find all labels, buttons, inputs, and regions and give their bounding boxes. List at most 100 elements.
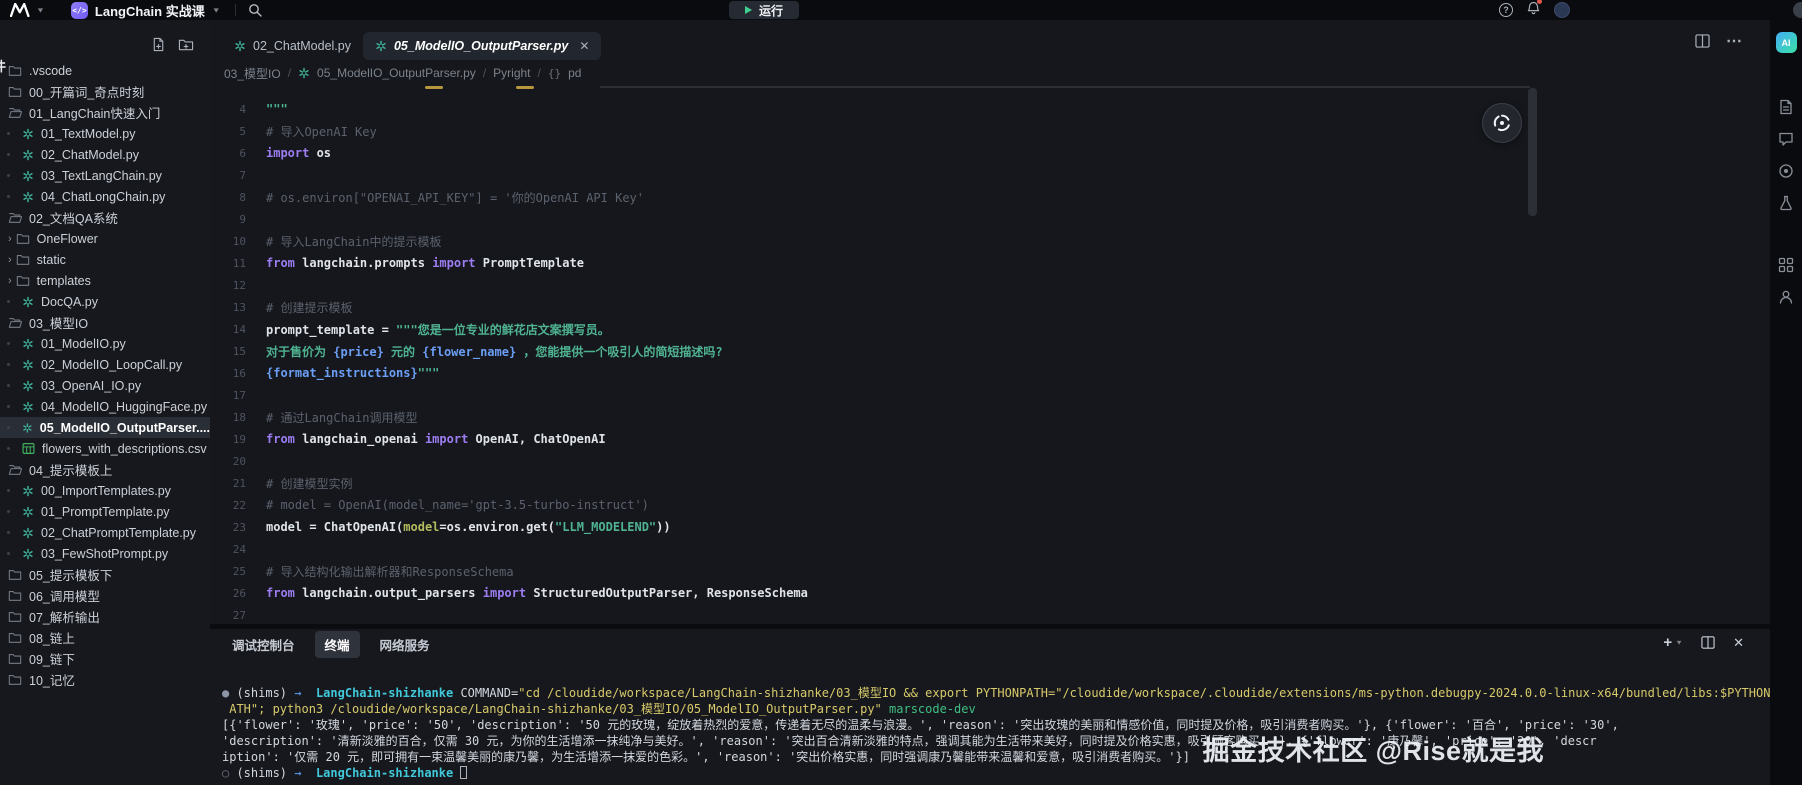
terminal-output[interactable]: ● (shims) → LangChain-shizhanke COMMAND=…: [210, 659, 1770, 785]
file-item[interactable]: 01_ModelIO.py: [0, 333, 210, 354]
folder-item[interactable]: 00_开篇词_奇点时刻: [0, 81, 210, 102]
file-item[interactable]: DocQA.py: [0, 291, 210, 312]
breadcrumb-folder[interactable]: 03_模型IO: [224, 65, 281, 82]
code-line[interactable]: 24: [210, 538, 1770, 560]
lab-flask-icon[interactable]: [1778, 195, 1794, 211]
code-line[interactable]: 20: [210, 450, 1770, 472]
close-panel-icon[interactable]: ✕: [1733, 635, 1744, 651]
notifications-bell-icon[interactable]: [1527, 1, 1540, 20]
code-editor[interactable]: 4"""5# 导入OpenAI Key6import os78# os.envi…: [210, 86, 1770, 624]
close-tab-icon[interactable]: ✕: [579, 39, 589, 53]
workspace-title[interactable]: LangChain 实战课: [95, 1, 205, 20]
ai-assistant-button[interactable]: [1482, 103, 1522, 143]
panel-tab[interactable]: 调试控制台: [222, 631, 305, 658]
folder-item[interactable]: 06_调用模型: [0, 585, 210, 606]
breadcrumb-symbol[interactable]: pd: [568, 66, 581, 80]
editor-scrollbar-thumb[interactable]: [1528, 88, 1537, 216]
marscode-logo[interactable]: ▼: [10, 3, 45, 17]
file-item[interactable]: flowers_with_descriptions.csv: [0, 438, 210, 459]
file-item[interactable]: 03_FewShotPrompt.py: [0, 543, 210, 564]
code-line[interactable]: 22# model = OpenAI(model_name='gpt-3.5-t…: [210, 494, 1770, 516]
python-file-icon: [22, 149, 34, 161]
line-number: 8: [210, 191, 246, 204]
chevron-down-icon[interactable]: ▼: [212, 6, 221, 14]
file-item[interactable]: 03_OpenAI_IO.py: [0, 375, 210, 396]
more-actions-icon[interactable]: ⋯: [1726, 31, 1744, 51]
file-item[interactable]: 02_ModelIO_LoopCall.py: [0, 354, 210, 375]
editor-tab[interactable]: 02_ChatModel.py: [222, 32, 363, 60]
folder-item[interactable]: 08_链上: [0, 627, 210, 648]
code-line[interactable]: 19from langchain_openai import OpenAI, C…: [210, 428, 1770, 450]
code-line[interactable]: 18# 通过LangChain调用模型: [210, 406, 1770, 428]
folder-item[interactable]: 10_记忆: [0, 669, 210, 690]
file-item[interactable]: 03_TextLangChain.py: [0, 165, 210, 186]
folder-item[interactable]: 03_模型IO: [0, 312, 210, 333]
editor-tab[interactable]: 05_ModelIO_OutputParser.py✕: [363, 32, 601, 60]
code-line[interactable]: 21# 创建模型实例: [210, 472, 1770, 494]
code-line[interactable]: 23model = ChatOpenAI(model=os.environ.ge…: [210, 516, 1770, 538]
panel-tab[interactable]: 终端: [315, 631, 360, 658]
new-terminal-button[interactable]: +▼: [1663, 634, 1683, 651]
edge-avatar[interactable]: [1793, 2, 1802, 18]
panel-tab[interactable]: 网络服务: [370, 631, 440, 658]
folder-icon: [8, 631, 22, 644]
feedback-icon[interactable]: [1778, 131, 1794, 147]
play-icon: [745, 6, 752, 14]
line-number: 10: [210, 235, 246, 248]
item-label: 01_ModelIO.py: [41, 337, 126, 351]
code-line[interactable]: 25# 导入结构化输出解析器和ResponseSchema: [210, 560, 1770, 582]
folder-item[interactable]: 01_LangChain快速入门: [0, 102, 210, 123]
split-editor-icon[interactable]: [1695, 34, 1710, 48]
record-icon[interactable]: [1778, 163, 1794, 179]
split-terminal-icon[interactable]: [1701, 636, 1715, 649]
code-line[interactable]: 11from langchain.prompts import PromptTe…: [210, 252, 1770, 274]
folder-item[interactable]: 05_提示模板下: [0, 564, 210, 585]
ai-plugin-icon[interactable]: AI: [1776, 32, 1797, 53]
file-item[interactable]: 02_ChatPromptTemplate.py: [0, 522, 210, 543]
file-dot: [7, 531, 10, 534]
terminal-row: ● (shims) → LangChain-shizhanke COMMAND=…: [222, 685, 1770, 701]
folder-item[interactable]: 02_文档QA系统: [0, 207, 210, 228]
docs-icon[interactable]: [1778, 99, 1794, 115]
code-line[interactable]: 17: [210, 384, 1770, 406]
code-line[interactable]: 14prompt_template = """您是一位专业的鲜花店文案撰写员。: [210, 318, 1770, 340]
new-file-icon[interactable]: [151, 37, 166, 52]
breadcrumb[interactable]: 03_模型IO / 05_ModelIO_OutputParser.py / P…: [210, 60, 1770, 86]
code-line[interactable]: 12: [210, 274, 1770, 296]
code-line[interactable]: 10# 导入LangChain中的提示模板: [210, 230, 1770, 252]
code-line[interactable]: 15对于售价为 {price} 元的 {flower_name} ，您能提供一个…: [210, 340, 1770, 362]
folder-item[interactable]: ›OneFlower: [0, 228, 210, 249]
run-button[interactable]: 运行: [729, 1, 799, 19]
user-avatar[interactable]: [1554, 2, 1570, 18]
folder-open-icon: [8, 316, 22, 329]
search-icon[interactable]: [248, 3, 262, 17]
code-line[interactable]: 16{format_instructions}""": [210, 362, 1770, 384]
folder-item[interactable]: 04_提示模板上: [0, 459, 210, 480]
file-item[interactable]: 01_PromptTemplate.py: [0, 501, 210, 522]
item-label: 08_链上: [29, 628, 75, 647]
breadcrumb-separator: /: [538, 66, 541, 80]
code-text: model = ChatOpenAI(model=os.environ.get(…: [266, 520, 671, 534]
folder-item[interactable]: 07_解析输出: [0, 606, 210, 627]
file-item[interactable]: 02_ChatModel.py: [0, 144, 210, 165]
folder-item[interactable]: ›static: [0, 249, 210, 270]
help-icon[interactable]: ?: [1499, 3, 1513, 17]
code-line[interactable]: 27: [210, 604, 1770, 624]
file-item[interactable]: 04_ChatLongChain.py: [0, 186, 210, 207]
folder-item[interactable]: ›templates: [0, 270, 210, 291]
apps-grid-icon[interactable]: [1778, 257, 1794, 273]
new-folder-icon[interactable]: [178, 37, 194, 52]
breadcrumb-tool[interactable]: Pyright: [493, 66, 530, 80]
item-label: 04_ChatLongChain.py: [41, 190, 165, 204]
folder-item[interactable]: .vscode: [0, 60, 210, 81]
file-item[interactable]: 01_TextModel.py: [0, 123, 210, 144]
file-item[interactable]: 00_ImportTemplates.py: [0, 480, 210, 501]
code-line[interactable]: 26from langchain.output_parsers import S…: [210, 582, 1770, 604]
folder-open-icon: [8, 463, 22, 476]
account-icon[interactable]: [1778, 289, 1794, 305]
file-item[interactable]: 05_ModelIO_OutputParser....: [0, 417, 210, 438]
folder-item[interactable]: 09_链下: [0, 648, 210, 669]
breadcrumb-file[interactable]: 05_ModelIO_OutputParser.py: [317, 66, 476, 80]
code-line[interactable]: 13# 创建提示模板: [210, 296, 1770, 318]
file-item[interactable]: 04_ModelIO_HuggingFace.py: [0, 396, 210, 417]
